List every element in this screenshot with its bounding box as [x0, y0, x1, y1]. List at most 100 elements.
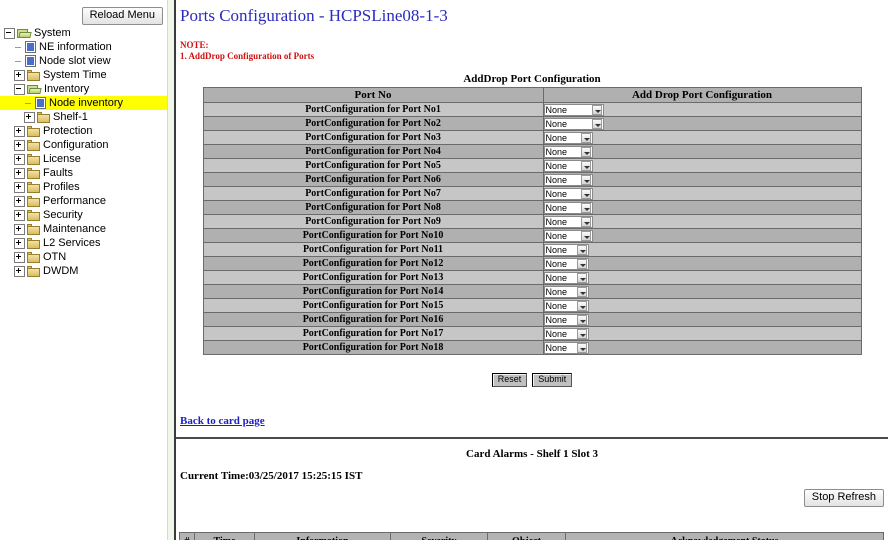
folder-icon — [27, 265, 40, 277]
add-drop-config-select-16[interactable]: None — [543, 313, 589, 326]
tree-item-otn[interactable]: OTN — [0, 250, 167, 264]
folder-icon — [27, 139, 40, 151]
alarms-column-header-information: Information — [254, 532, 391, 540]
port-config-cell: None — [542, 298, 862, 313]
port-name-cell: PortConfiguration for Port No11 — [202, 242, 544, 257]
select-wrapper: None — [543, 313, 589, 326]
tree-item-l2-services[interactable]: L2 Services — [0, 236, 167, 250]
expand-icon[interactable] — [14, 195, 25, 207]
note-block: NOTE: 1. AddDrop Configuration of Ports — [180, 40, 888, 62]
table-row: PortConfiguration for Port No3 None — [202, 130, 862, 145]
folder-open-icon — [17, 28, 32, 39]
port-name-cell: PortConfiguration for Port No18 — [202, 340, 544, 355]
add-drop-config-select-5[interactable]: None — [543, 159, 593, 172]
tree-item-maintenance[interactable]: Maintenance — [0, 222, 167, 236]
alarms-column-header-: # — [179, 532, 195, 540]
submit-button[interactable]: Submit — [532, 373, 573, 387]
tree-item-node-inventory[interactable]: Node inventory — [0, 96, 167, 110]
tree-item-faults[interactable]: Faults — [0, 166, 167, 180]
page-icon — [25, 41, 36, 53]
select-wrapper: None — [543, 257, 589, 270]
table-row: PortConfiguration for Port No9 None — [202, 214, 862, 229]
port-name-cell: PortConfiguration for Port No16 — [202, 312, 544, 327]
tree-item-shelf-1[interactable]: Shelf-1 — [0, 110, 167, 124]
tree-item-inventory[interactable]: Inventory — [0, 82, 167, 96]
add-drop-config-select-12[interactable]: None — [543, 257, 589, 270]
add-drop-config-select-10[interactable]: None — [543, 229, 593, 242]
expand-icon[interactable] — [14, 167, 25, 179]
tree-item-security[interactable]: Security — [0, 208, 167, 222]
table-row: PortConfiguration for Port No17 None — [202, 326, 862, 341]
section-divider — [176, 437, 888, 439]
add-drop-config-select-4[interactable]: None — [543, 145, 593, 158]
ports-table-body: PortConfiguration for Port No1 None PortCo… — [202, 102, 862, 355]
table-row: PortConfiguration for Port No18 None — [202, 340, 862, 355]
add-drop-config-select-17[interactable]: None — [543, 327, 589, 340]
tree-item-ne-information[interactable]: NE information — [0, 40, 167, 54]
port-config-cell: None — [542, 102, 862, 117]
stop-refresh-container: Stop Refresh — [176, 489, 888, 507]
reload-menu-button[interactable]: Reload Menu — [81, 7, 163, 25]
expand-icon[interactable] — [14, 139, 25, 151]
tree-item-protection[interactable]: Protection — [0, 124, 167, 138]
stop-refresh-button[interactable]: Stop Refresh — [803, 489, 884, 507]
tree-item-performance[interactable]: Performance — [0, 194, 167, 208]
select-wrapper: None — [543, 327, 589, 340]
tree-connector-icon — [24, 99, 33, 108]
tree-item-configuration[interactable]: Configuration — [0, 138, 167, 152]
expand-icon[interactable] — [14, 125, 25, 137]
table-row: PortConfiguration for Port No15 None — [202, 298, 862, 313]
reset-button[interactable]: Reset — [491, 373, 528, 387]
add-drop-config-select-13[interactable]: None — [543, 271, 589, 284]
port-config-cell: None — [542, 130, 862, 145]
expand-icon[interactable] — [14, 265, 25, 277]
alarms-column-header-time: Time — [194, 532, 255, 540]
port-name-cell: PortConfiguration for Port No12 — [202, 256, 544, 271]
tree-item-license[interactable]: License — [0, 152, 167, 166]
port-name-cell: PortConfiguration for Port No13 — [202, 270, 544, 285]
port-name-cell: PortConfiguration for Port No1 — [202, 102, 544, 117]
tree-item-system[interactable]: System — [0, 26, 167, 40]
expand-icon[interactable] — [14, 223, 25, 235]
add-drop-config-select-8[interactable]: None — [543, 201, 593, 214]
port-name-cell: PortConfiguration for Port No8 — [202, 200, 544, 215]
add-drop-config-select-7[interactable]: None — [543, 187, 593, 200]
expand-icon[interactable] — [14, 237, 25, 249]
add-drop-config-select-15[interactable]: None — [543, 299, 589, 312]
tree-item-profiles[interactable]: Profiles — [0, 180, 167, 194]
add-drop-config-select-11[interactable]: None — [543, 243, 589, 256]
expand-icon[interactable] — [24, 111, 35, 123]
table-row: PortConfiguration for Port No16 None — [202, 312, 862, 327]
table-row: PortConfiguration for Port No1 None — [202, 102, 862, 117]
folder-icon — [27, 69, 40, 81]
add-drop-config-select-14[interactable]: None — [543, 285, 589, 298]
column-header-add-drop: Add Drop Port Configuration — [542, 87, 862, 103]
tree-item-system-time[interactable]: System Time — [0, 68, 167, 82]
alarms-column-header-severity: Severity — [390, 532, 488, 540]
port-config-cell: None — [542, 158, 862, 173]
expand-icon[interactable] — [14, 209, 25, 221]
add-drop-config-select-1[interactable]: None — [543, 103, 604, 116]
alarms-table-header-row: #TimeInformationSeverityObjectAcknowledg… — [179, 532, 884, 540]
select-wrapper: None — [543, 117, 604, 130]
add-drop-config-select-6[interactable]: None — [543, 173, 593, 186]
expand-icon[interactable] — [14, 153, 25, 165]
add-drop-config-select-18[interactable]: None — [543, 341, 589, 354]
tree-item-node-slot-view[interactable]: Node slot view — [0, 54, 167, 68]
add-drop-config-select-9[interactable]: None — [543, 215, 593, 228]
tree-item-dwdm[interactable]: DWDM — [0, 264, 167, 278]
table-row: PortConfiguration for Port No4 None — [202, 144, 862, 159]
main-content: Ports Configuration - HCPSLine08-1-3 NOT… — [176, 0, 888, 540]
add-drop-config-select-3[interactable]: None — [543, 131, 593, 144]
expand-icon[interactable] — [14, 69, 25, 81]
collapse-icon[interactable] — [4, 27, 15, 39]
port-name-cell: PortConfiguration for Port No4 — [202, 144, 544, 159]
back-to-card-page-link[interactable]: Back to card page — [180, 415, 265, 427]
expand-icon[interactable] — [14, 181, 25, 193]
add-drop-config-select-2[interactable]: None — [543, 117, 604, 130]
port-config-cell: None — [542, 340, 862, 355]
table-row: PortConfiguration for Port No2 None — [202, 116, 862, 131]
collapse-icon[interactable] — [14, 83, 25, 95]
expand-icon[interactable] — [14, 251, 25, 263]
table-row: PortConfiguration for Port No13 None — [202, 270, 862, 285]
